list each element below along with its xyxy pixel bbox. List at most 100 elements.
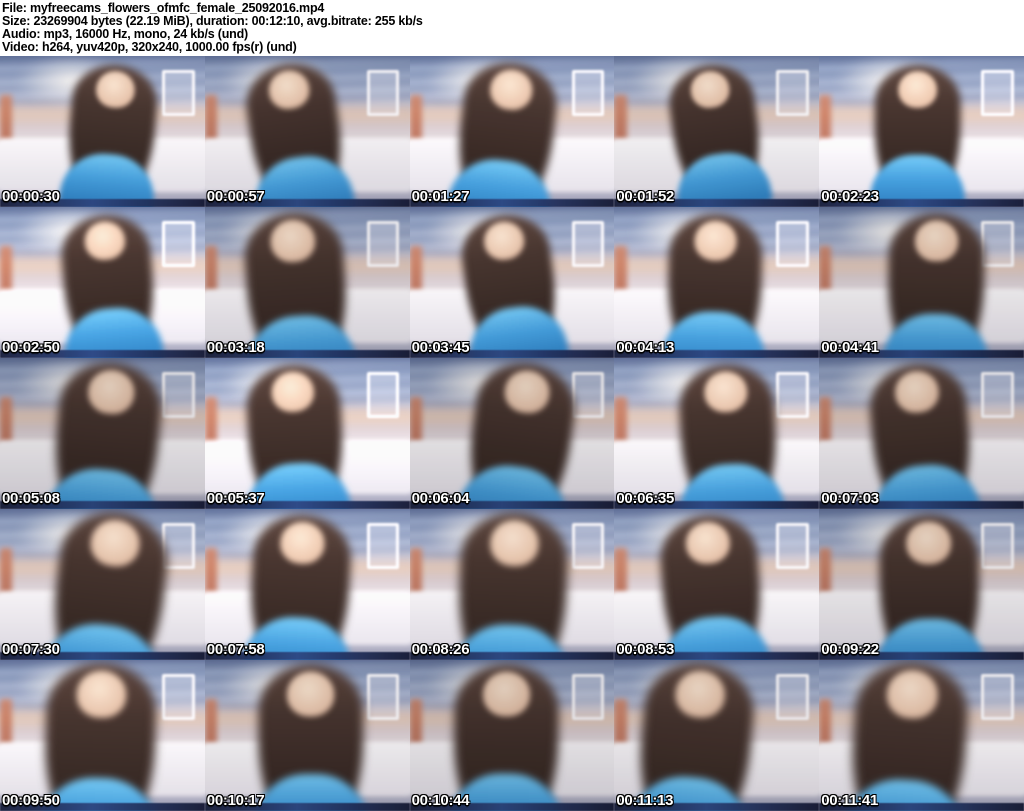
video-thumbnail: 00:00:30	[0, 56, 205, 207]
person-silhouette	[651, 511, 773, 660]
person-silhouette	[625, 660, 766, 811]
person-silhouette	[448, 510, 577, 660]
thumbnail-frame-art	[614, 358, 820, 509]
picture-frame-layer	[571, 220, 605, 268]
thumbnail-frame-art	[614, 660, 820, 811]
thumbnail-frame-art	[409, 207, 615, 358]
contact-sheet: File: myfreecams_flowers_ofmfc_female_25…	[0, 0, 1024, 811]
person-silhouette	[37, 509, 180, 660]
thumbnail-frame-art	[0, 358, 205, 509]
thumbnail-frame-art	[409, 509, 615, 660]
picture-frame-layer	[161, 69, 195, 117]
thumbnail-timestamp: 00:10:17	[206, 792, 265, 809]
picture-frame-layer	[161, 673, 195, 721]
picture-frame-layer	[981, 69, 1014, 117]
picture-frame-layer	[981, 673, 1014, 721]
thumbnail-timestamp: 00:07:58	[206, 641, 265, 658]
thumbnail-timestamp: 00:05:37	[206, 490, 265, 507]
person-silhouette	[660, 213, 770, 358]
thumbnail-timestamp: 00:00:30	[2, 188, 60, 205]
thumbnail-timestamp: 00:01:52	[616, 188, 675, 205]
video-thumbnail: 00:01:52	[614, 56, 820, 207]
thumbnail-frame-art	[409, 56, 615, 207]
person-silhouette	[239, 362, 354, 509]
thumbnail-frame-art	[204, 207, 410, 358]
person-silhouette	[659, 59, 774, 207]
video-thumbnail: 00:01:27	[409, 56, 615, 207]
face-shape	[914, 219, 960, 263]
person-silhouette	[454, 358, 588, 509]
video-thumbnail: 00:09:50	[0, 660, 205, 811]
person-silhouette	[445, 663, 566, 811]
thumbnail-timestamp: 00:07:30	[2, 641, 60, 658]
person-silhouette	[35, 661, 166, 811]
file-info-header: File: myfreecams_flowers_ofmfc_female_25…	[0, 0, 1024, 56]
thumbnail-timestamp: 00:03:18	[206, 339, 265, 356]
face-shape	[906, 521, 953, 566]
person-silhouette	[872, 514, 987, 660]
thumbnail-frame-art	[0, 660, 205, 811]
picture-frame-layer	[366, 220, 400, 268]
picture-frame-layer	[571, 69, 605, 117]
video-thumbnail: 00:06:04	[409, 358, 615, 509]
video-thumbnail: 00:00:57	[204, 56, 410, 207]
thumbnail-frame-art	[819, 358, 1024, 509]
thumbnail-timestamp: 00:09:22	[821, 641, 879, 658]
thumbnail-timestamp: 00:03:45	[411, 339, 470, 356]
thumbnail-timestamp: 00:00:57	[206, 188, 265, 205]
person-silhouette	[251, 664, 371, 811]
video-thumbnail: 00:10:44	[409, 660, 615, 811]
video-thumbnail: 00:09:22	[819, 509, 1024, 660]
video-thumbnail: 00:11:41	[819, 660, 1024, 811]
thumbnail-frame-art	[614, 56, 820, 207]
person-silhouette	[860, 360, 983, 509]
face-shape	[287, 671, 336, 718]
video-thumbnail: 00:04:13	[614, 207, 820, 358]
video-thumbnail: 00:03:18	[204, 207, 410, 358]
picture-frame-layer	[571, 673, 605, 721]
picture-frame-layer	[366, 673, 400, 721]
video-thumbnail: 00:03:45	[409, 207, 615, 358]
thumbnail-timestamp: 00:09:50	[2, 792, 60, 809]
face-shape	[898, 70, 938, 109]
thumbnail-frame-art	[0, 509, 205, 660]
video-thumbnail: 00:02:50	[0, 207, 205, 358]
thumbnail-timestamp: 00:08:26	[411, 641, 470, 658]
thumbnail-timestamp: 00:11:13	[616, 792, 674, 809]
thumbnail-timestamp: 00:06:04	[411, 490, 470, 507]
thumbnail-timestamp: 00:07:03	[821, 490, 879, 507]
person-silhouette	[53, 211, 166, 358]
person-silhouette	[41, 358, 172, 509]
thumbnail-frame-art	[204, 358, 410, 509]
thumbnail-frame-art	[409, 358, 615, 509]
picture-frame-layer	[161, 220, 195, 268]
video-thumbnail: 00:07:30	[0, 509, 205, 660]
video-thumbnail: 00:06:35	[614, 358, 820, 509]
thumbnail-frame-art	[0, 56, 205, 207]
thumbnail-timestamp: 00:11:41	[821, 792, 879, 809]
video-thumbnail: 00:08:53	[614, 509, 820, 660]
video-thumbnail: 00:05:37	[204, 358, 410, 509]
person-silhouette	[671, 362, 787, 509]
picture-frame-layer	[776, 522, 809, 570]
video-thumbnail: 00:08:26	[409, 509, 615, 660]
thumbnail-timestamp: 00:08:53	[616, 641, 675, 658]
person-silhouette	[235, 58, 357, 207]
picture-frame-layer	[981, 371, 1014, 419]
video-thumbnail: 00:02:23	[819, 56, 1024, 207]
person-silhouette	[239, 512, 359, 660]
thumbnail-timestamp: 00:04:13	[616, 339, 675, 356]
thumbnail-grid: 00:00:30 00:00:57 00:01:27 00:01:52 00:0…	[0, 56, 1024, 811]
picture-frame-layer	[366, 371, 400, 419]
video-thumbnail: 00:04:41	[819, 207, 1024, 358]
person-silhouette	[868, 64, 967, 207]
video-thumbnail: 00:11:13	[614, 660, 820, 811]
thumbnail-frame-art	[819, 509, 1024, 660]
thumbnail-timestamp: 00:02:23	[821, 188, 879, 205]
thumbnail-frame-art	[204, 660, 410, 811]
picture-frame-layer	[776, 673, 809, 721]
person-silhouette	[444, 57, 567, 207]
thumbnail-frame-art	[204, 56, 410, 207]
person-silhouette	[451, 209, 571, 358]
thumbnail-frame-art	[819, 660, 1024, 811]
